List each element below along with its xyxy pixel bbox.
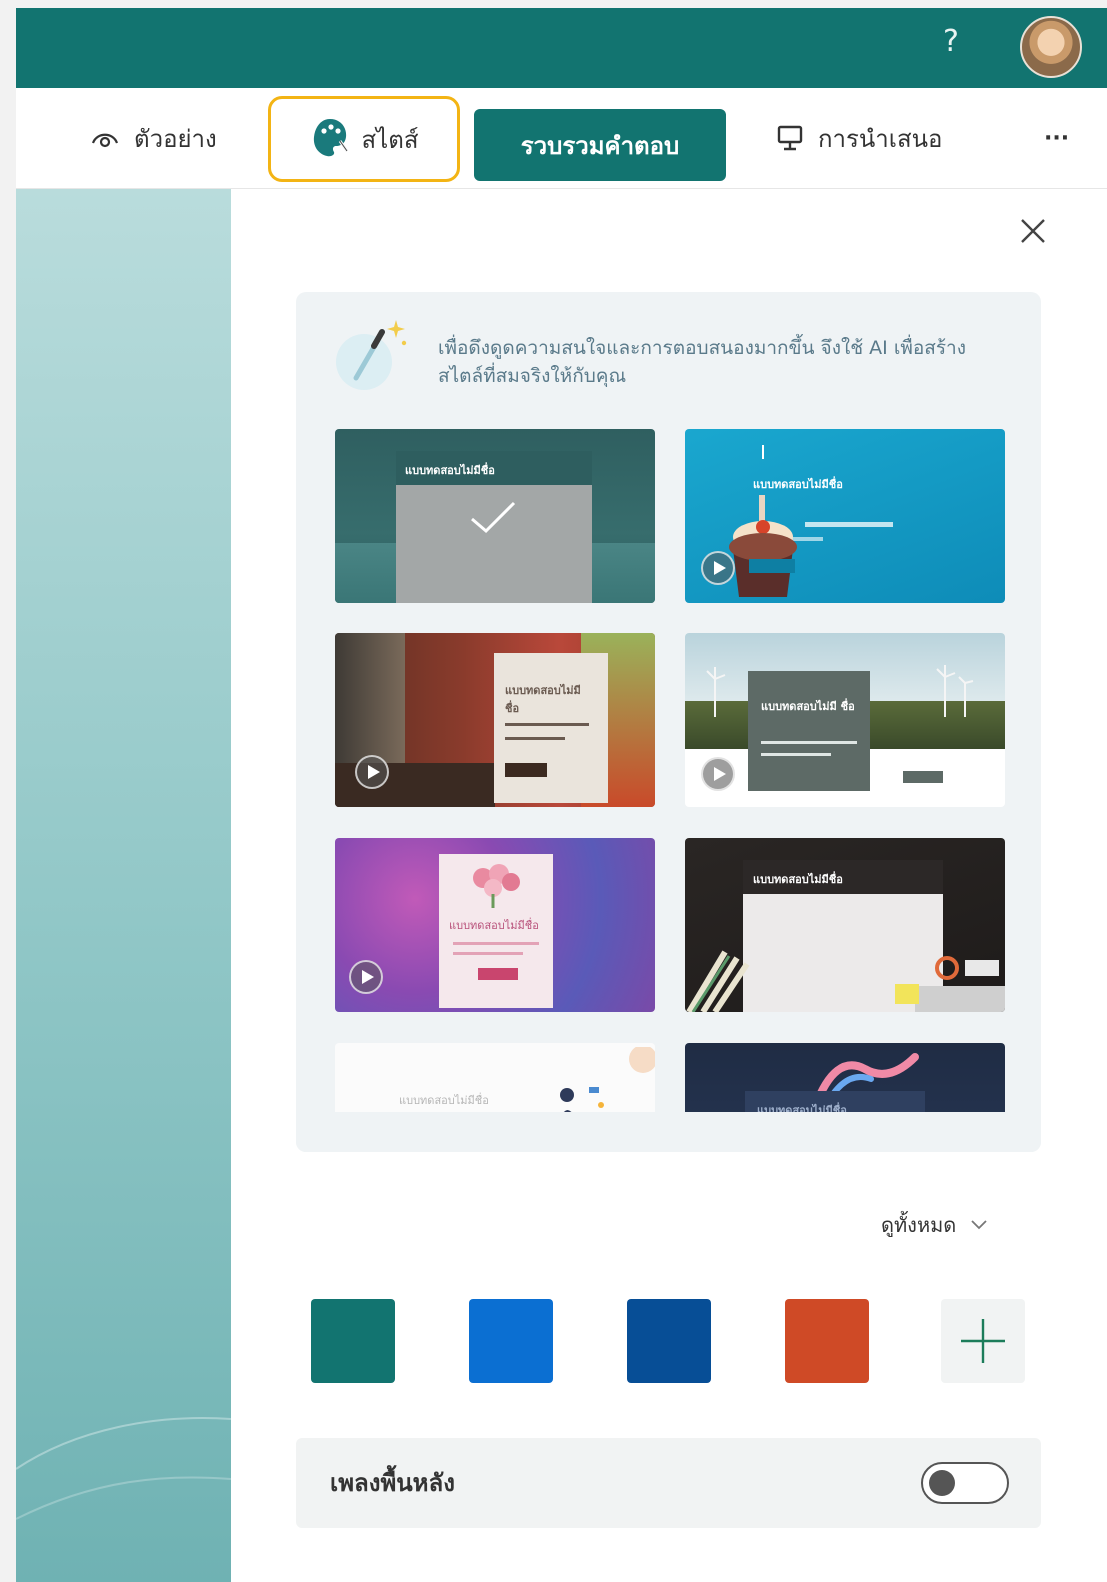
cupcake-image [729,445,797,597]
thumbnail-line [505,737,565,740]
add-custom-color-button[interactable] [941,1299,1025,1383]
stationery-image [686,950,1005,1012]
thumbnail-line [761,741,857,744]
toggle-knob [929,1470,955,1496]
close-icon[interactable] [1013,211,1053,251]
theme-thumbnail[interactable]: แบบทดสอบไม่มี ชื่อ [685,633,1005,807]
thumbnail-title: แบบทดสอบไม่มี ชื่อ [761,700,855,713]
thumbnail-line [453,942,539,945]
scroll-fade [296,1112,1041,1152]
play-icon [701,757,735,791]
thumbnail-title: แบบทดสอบไม่มีชื่อ [753,873,843,886]
form-background [16,189,231,1582]
command-toolbar: ตัวอย่าง สไตส์ รวบรวมคำตอบ การนำเสนอ ··· [16,88,1107,189]
thumbnail-line [761,753,831,756]
more-options-button[interactable]: ··· [1044,88,1069,188]
thumbnail-button [478,968,518,980]
color-swatch[interactable] [311,1299,395,1383]
collect-responses-button[interactable]: รวบรวมคำตอบ [474,109,726,181]
ai-brush-icon [336,320,407,390]
style-button[interactable]: สไตส์ [268,96,460,182]
thumbnail-button [749,559,795,573]
thumbnail-button [505,763,547,777]
style-panel: เพื่อดึงดูดความสนใจและการตอบสนองมากขึ้น … [231,189,1107,1582]
monitor-icon [776,124,804,152]
theme-thumbnail[interactable]: แบบทดสอบไม่มีชื่อ [685,838,1005,1012]
present-label: การนำเสนอ [818,124,943,153]
thumbnail-title: แบบทดสอบไม่มีชื่อ [399,1094,489,1107]
people-illustration [560,1047,655,1117]
play-icon [349,960,383,994]
style-label: สไตส์ [361,125,419,154]
palette-icon [310,115,350,163]
preview-label: ตัวอย่าง [134,124,217,153]
thumbnail-line [805,522,893,527]
thumbnail-title: แบบทดสอบไม่มีชื่อ [405,464,495,477]
theme-thumbnail[interactable]: แบบทดสอบไม่มีชื่อ [335,429,655,603]
thumbnail-form-card [494,653,608,803]
background-music-label: เพลงพื้นหลัง [330,1469,455,1497]
plus-icon [961,1319,1005,1363]
background-music-toggle[interactable] [921,1462,1009,1504]
thumbnail-title: แบบทดสอบไม่มีชื่อ [449,919,539,932]
thumbnail-line [453,952,523,955]
theme-thumbnail[interactable]: แบบทดสอบไม่มีชื่อ [335,838,655,1012]
view-all-button[interactable]: ดูทั้งหมด [881,1209,988,1241]
present-button[interactable]: การนำเสนอ [776,88,942,188]
forms-app: ? ตัวอย่าง สไตส์ รวบรวมคำตอบ การนำเสนอ ·… [16,8,1107,1582]
theme-thumbnail[interactable]: แบบทดสอบไม่มี ชื่อ [335,633,655,807]
flowers-image [473,864,520,908]
background-wave-graphic [16,1417,231,1520]
preview-button[interactable]: ตัวอย่าง [90,88,217,188]
thumbnail-form-card [748,671,870,791]
play-icon [355,755,389,789]
avatar[interactable] [1020,16,1082,78]
chevron-down-icon [971,1220,987,1230]
thumbnail-line [505,723,589,726]
play-icon [701,551,735,585]
thumbnail-title: แบบทดสอบไม่มี ชื่อ [505,684,581,715]
checkmark-icon [471,501,516,534]
top-bar: ? [16,8,1107,88]
theme-thumbnail[interactable]: แบบทดสอบไม่มีชื่อ [685,429,1005,603]
color-swatch[interactable] [627,1299,711,1383]
eye-icon [90,127,120,149]
background-music-row: เพลงพื้นหลัง [296,1438,1041,1528]
view-all-label: ดูทั้งหมด [881,1213,957,1237]
color-swatch[interactable] [469,1299,553,1383]
help-button[interactable]: ? [926,14,976,70]
ai-theme-card: เพื่อดึงดูดความสนใจและการตอบสนองมากขึ้น … [296,292,1041,1152]
ai-description: เพื่อดึงดูดความสนใจและการตอบสนองมากขึ้น … [438,337,967,387]
color-swatch[interactable] [785,1299,869,1383]
thumbnail-button [903,771,943,783]
